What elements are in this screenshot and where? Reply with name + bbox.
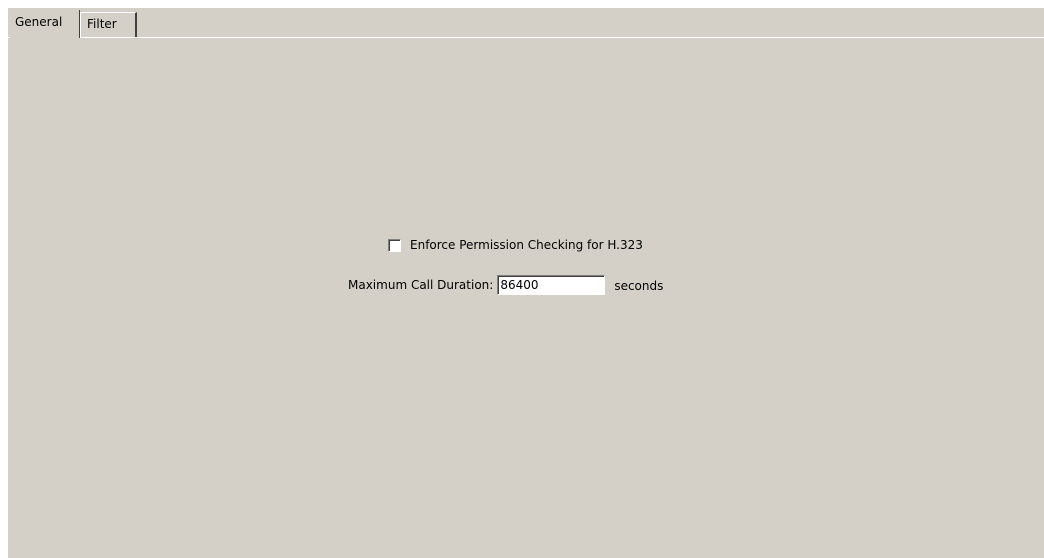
tab-edge xyxy=(79,10,80,38)
tab-filter[interactable]: Filter xyxy=(80,12,137,37)
enforce-permission-row: Enforce Permission Checking for H.323 xyxy=(388,236,643,254)
max-call-duration-label: Maximum Call Duration: xyxy=(348,278,494,292)
max-call-duration-row: Maximum Call Duration: seconds xyxy=(348,272,663,298)
tab-strip: General Filter xyxy=(8,8,1044,38)
general-tab-content: Enforce Permission Checking for H.323 Ma… xyxy=(8,38,1044,558)
max-call-duration-input[interactable] xyxy=(497,275,606,295)
tab-general[interactable]: General xyxy=(10,10,80,38)
seconds-unit-label: seconds xyxy=(614,279,664,293)
tab-filter-label: Filter xyxy=(87,17,117,31)
settings-panel: General Filter Enforce Permission Checki… xyxy=(8,8,1044,558)
tab-general-label: General xyxy=(15,15,63,29)
enforce-permission-checkbox[interactable] xyxy=(388,238,401,252)
enforce-permission-label[interactable]: Enforce Permission Checking for H.323 xyxy=(410,238,643,252)
